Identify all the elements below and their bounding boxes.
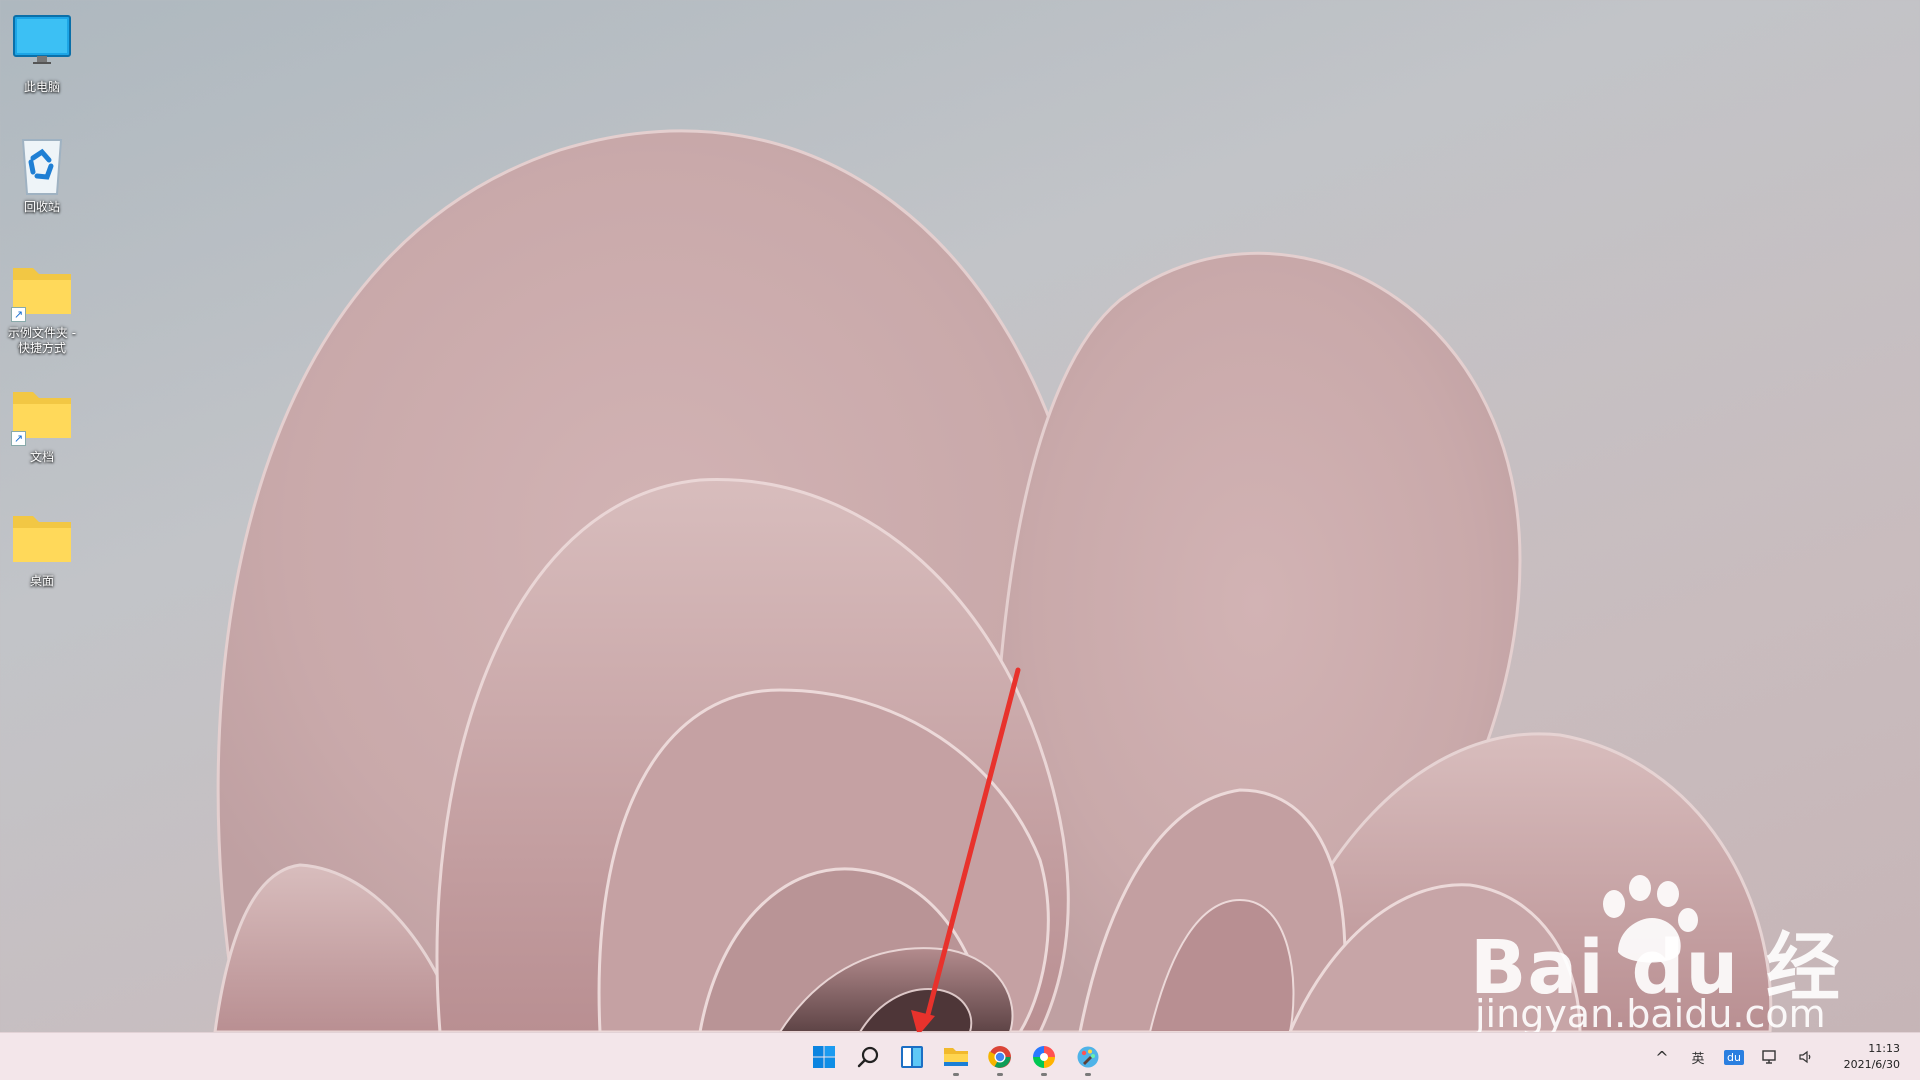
baidu-watermark: Bai du 经验 jingyan.baidu.com xyxy=(1470,870,1890,1080)
show-hidden-icons-button[interactable]: ^ xyxy=(1644,1037,1680,1077)
file-explorer-icon xyxy=(944,1048,968,1066)
monitor-icon xyxy=(9,12,75,76)
watermark-url: jingyan.baidu.com xyxy=(1475,992,1826,1036)
colorful-app-icon xyxy=(1033,1046,1055,1068)
colorful-app-button[interactable] xyxy=(1026,1037,1062,1077)
running-indicator xyxy=(1041,1073,1047,1076)
folder-icon xyxy=(9,506,75,570)
desktop-icon-desktop-folder[interactable]: 桌面 xyxy=(4,506,80,589)
input-method-button[interactable]: 英 xyxy=(1680,1037,1716,1077)
running-indicator xyxy=(953,1073,959,1076)
clock-time: 11:13 xyxy=(1868,1042,1900,1055)
desktop-icon-documents[interactable]: ↗ 文档 xyxy=(4,382,80,465)
search-icon xyxy=(857,1046,879,1068)
start-button[interactable] xyxy=(806,1037,842,1077)
folder-icon: ↗ xyxy=(9,382,75,446)
chevron-up-icon: ^ xyxy=(1655,1047,1669,1067)
chrome-icon xyxy=(988,1046,1011,1068)
desktop-icon-sample-folder-shortcut[interactable]: ↗ 示例文件夹 - 快捷方式 xyxy=(4,258,80,356)
shortcut-arrow-icon: ↗ xyxy=(11,431,26,446)
clock[interactable]: 11:13 2021/6/30 xyxy=(1824,1041,1920,1073)
ime-indicator: 英 xyxy=(1691,1051,1705,1067)
search-button[interactable] xyxy=(850,1037,886,1077)
taskbar: ^ 英 du 11:13 2021/6/30 xyxy=(0,1032,1920,1080)
paint-app-button[interactable] xyxy=(1070,1037,1106,1077)
volume-icon xyxy=(1799,1050,1811,1064)
desktop-icon-label: 此电脑 xyxy=(23,80,60,94)
shortcut-arrow-icon: ↗ xyxy=(11,307,26,322)
folder-icon: ↗ xyxy=(9,258,75,322)
paint-app-icon xyxy=(1077,1046,1099,1068)
desktop-icon-this-pc[interactable]: 此电脑 xyxy=(4,12,80,95)
network-icon xyxy=(1762,1050,1776,1064)
baidu-tray-icon: du xyxy=(1724,1049,1744,1065)
chrome-button[interactable] xyxy=(982,1037,1018,1077)
network-button[interactable] xyxy=(1752,1037,1788,1077)
start-icon xyxy=(813,1046,835,1068)
volume-button[interactable] xyxy=(1788,1037,1824,1077)
desktop-icon-recycle-bin[interactable]: 回收站 xyxy=(4,132,80,215)
running-indicator xyxy=(997,1073,1003,1076)
recycle-bin-icon xyxy=(9,132,75,196)
taskbar-pinned-apps xyxy=(806,1033,1106,1080)
clock-date: 2021/6/30 xyxy=(1843,1058,1900,1071)
desktop-icon-label: 回收站 xyxy=(23,200,60,214)
desktop-icon-label: 桌面 xyxy=(29,574,54,588)
system-tray: ^ 英 du 11:13 2021/6/30 xyxy=(1644,1033,1920,1080)
baidu-tray-button[interactable]: du xyxy=(1716,1037,1752,1077)
running-indicator xyxy=(1085,1073,1091,1076)
desktop-icon-label: 示例文件夹 - 快捷方式 xyxy=(7,326,77,355)
desktop-icon-label: 文档 xyxy=(29,450,54,464)
file-explorer-button[interactable] xyxy=(938,1037,974,1077)
widgets-button[interactable] xyxy=(894,1037,930,1077)
widgets-icon xyxy=(901,1046,923,1068)
